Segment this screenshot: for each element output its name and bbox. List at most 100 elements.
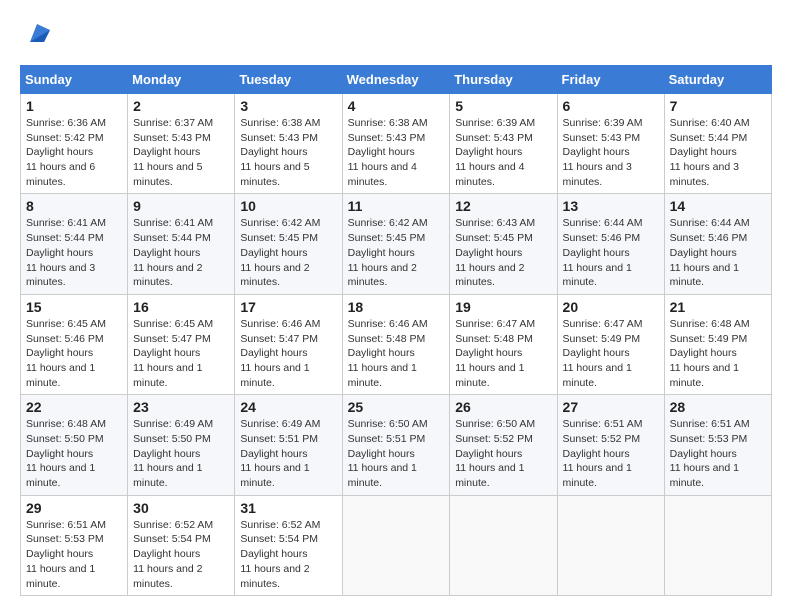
calendar-week-row: 22 Sunrise: 6:48 AMSunset: 5:50 PMDayligh…: [21, 395, 772, 495]
day-number: 30: [133, 500, 229, 516]
calendar-cell: 25Sunrise: 6:50 AMSunset: 5:51 PMDayligh…: [342, 395, 450, 495]
calendar-cell: 23 Sunrise: 6:49 AMSunset: 5:50 PMDayligh…: [128, 395, 235, 495]
day-number: 12: [455, 198, 551, 214]
calendar-cell: 1 Sunrise: 6:36 AMSunset: 5:42 PMDaylight…: [21, 94, 128, 194]
day-info: Sunrise: 6:50 AMSunset: 5:51 PMDaylight …: [348, 417, 445, 490]
calendar-day-header: Thursday: [450, 66, 557, 94]
calendar-cell: 9 Sunrise: 6:41 AMSunset: 5:44 PMDaylight…: [128, 194, 235, 294]
day-info: Sunrise: 6:49 AMSunset: 5:51 PMDaylight …: [240, 417, 336, 490]
day-info: Sunrise: 6:40 AMSunset: 5:44 PMDaylight …: [670, 116, 766, 189]
calendar-day-header: Friday: [557, 66, 664, 94]
calendar-day-header: Sunday: [21, 66, 128, 94]
calendar-day-header: Monday: [128, 66, 235, 94]
day-info: Sunrise: 6:42 AMSunset: 5:45 PMDaylight …: [348, 216, 445, 289]
day-info: Sunrise: 6:44 AMSunset: 5:46 PMDaylight …: [670, 216, 766, 289]
calendar-cell: 28Sunrise: 6:51 AMSunset: 5:53 PMDayligh…: [664, 395, 771, 495]
day-info: Sunrise: 6:49 AMSunset: 5:50 PMDaylight …: [133, 417, 229, 490]
day-info: Sunrise: 6:41 AMSunset: 5:44 PMDaylight …: [133, 216, 229, 289]
day-number: 9: [133, 198, 229, 214]
calendar-week-row: 29 Sunrise: 6:51 AMSunset: 5:53 PMDayligh…: [21, 495, 772, 595]
day-info: Sunrise: 6:41 AMSunset: 5:44 PMDaylight …: [26, 216, 122, 289]
day-info: Sunrise: 6:45 AMSunset: 5:46 PMDaylight …: [26, 317, 122, 390]
day-info: Sunrise: 6:42 AMSunset: 5:45 PMDaylight …: [240, 216, 336, 289]
calendar-cell: 15 Sunrise: 6:45 AMSunset: 5:46 PMDayligh…: [21, 294, 128, 394]
day-number: 17: [240, 299, 336, 315]
calendar-cell: 12Sunrise: 6:43 AMSunset: 5:45 PMDayligh…: [450, 194, 557, 294]
day-number: 2: [133, 98, 229, 114]
calendar-cell: 27Sunrise: 6:51 AMSunset: 5:52 PMDayligh…: [557, 395, 664, 495]
day-info: Sunrise: 6:48 AMSunset: 5:49 PMDaylight …: [670, 317, 766, 390]
day-info: Sunrise: 6:37 AMSunset: 5:43 PMDaylight …: [133, 116, 229, 189]
calendar-cell: 29 Sunrise: 6:51 AMSunset: 5:53 PMDayligh…: [21, 495, 128, 595]
calendar-cell: 7 Sunrise: 6:40 AMSunset: 5:44 PMDaylight…: [664, 94, 771, 194]
day-info: Sunrise: 6:36 AMSunset: 5:42 PMDaylight …: [26, 116, 122, 189]
calendar-cell: 6 Sunrise: 6:39 AMSunset: 5:43 PMDaylight…: [557, 94, 664, 194]
calendar-cell: 18Sunrise: 6:46 AMSunset: 5:48 PMDayligh…: [342, 294, 450, 394]
calendar-cell: 22 Sunrise: 6:48 AMSunset: 5:50 PMDayligh…: [21, 395, 128, 495]
calendar-week-row: 8 Sunrise: 6:41 AMSunset: 5:44 PMDaylight…: [21, 194, 772, 294]
calendar-day-header: Wednesday: [342, 66, 450, 94]
calendar-week-row: 15 Sunrise: 6:45 AMSunset: 5:46 PMDayligh…: [21, 294, 772, 394]
day-number: 1: [26, 98, 122, 114]
calendar-cell: 24 Sunrise: 6:49 AMSunset: 5:51 PMDayligh…: [235, 395, 342, 495]
calendar-cell: 17 Sunrise: 6:46 AMSunset: 5:47 PMDayligh…: [235, 294, 342, 394]
page-header: [20, 20, 772, 55]
calendar-cell: 26 Sunrise: 6:50 AMSunset: 5:52 PMDayligh…: [450, 395, 557, 495]
day-number: 19: [455, 299, 551, 315]
day-info: Sunrise: 6:47 AMSunset: 5:49 PMDaylight …: [563, 317, 659, 390]
calendar-cell: 14Sunrise: 6:44 AMSunset: 5:46 PMDayligh…: [664, 194, 771, 294]
day-number: 4: [348, 98, 445, 114]
calendar-day-header: Tuesday: [235, 66, 342, 94]
day-number: 3: [240, 98, 336, 114]
calendar-cell: [342, 495, 450, 595]
day-number: 10: [240, 198, 336, 214]
day-number: 13: [563, 198, 659, 214]
day-number: 21: [670, 299, 766, 315]
logo: [20, 20, 52, 55]
day-info: Sunrise: 6:39 AMSunset: 5:43 PMDaylight …: [455, 116, 551, 189]
day-number: 15: [26, 299, 122, 315]
day-info: Sunrise: 6:38 AMSunset: 5:43 PMDaylight …: [240, 116, 336, 189]
day-number: 31: [240, 500, 336, 516]
calendar-cell: 3 Sunrise: 6:38 AMSunset: 5:43 PMDaylight…: [235, 94, 342, 194]
day-number: 11: [348, 198, 445, 214]
day-number: 29: [26, 500, 122, 516]
day-info: Sunrise: 6:39 AMSunset: 5:43 PMDaylight …: [563, 116, 659, 189]
day-number: 8: [26, 198, 122, 214]
day-number: 22: [26, 399, 122, 415]
day-info: Sunrise: 6:46 AMSunset: 5:47 PMDaylight …: [240, 317, 336, 390]
calendar-cell: 31 Sunrise: 6:52 AMSunset: 5:54 PMDayligh…: [235, 495, 342, 595]
calendar-cell: [664, 495, 771, 595]
day-number: 26: [455, 399, 551, 415]
day-number: 23: [133, 399, 229, 415]
day-info: Sunrise: 6:47 AMSunset: 5:48 PMDaylight …: [455, 317, 551, 390]
day-info: Sunrise: 6:51 AMSunset: 5:52 PMDaylight …: [563, 417, 659, 490]
day-info: Sunrise: 6:51 AMSunset: 5:53 PMDaylight …: [26, 518, 122, 591]
calendar-cell: 19 Sunrise: 6:47 AMSunset: 5:48 PMDayligh…: [450, 294, 557, 394]
calendar-cell: 5 Sunrise: 6:39 AMSunset: 5:43 PMDaylight…: [450, 94, 557, 194]
day-info: Sunrise: 6:52 AMSunset: 5:54 PMDaylight …: [133, 518, 229, 591]
calendar-cell: 16Sunrise: 6:45 AMSunset: 5:47 PMDayligh…: [128, 294, 235, 394]
day-number: 6: [563, 98, 659, 114]
logo-icon: [22, 20, 52, 50]
day-number: 5: [455, 98, 551, 114]
day-info: Sunrise: 6:44 AMSunset: 5:46 PMDaylight …: [563, 216, 659, 289]
day-number: 16: [133, 299, 229, 315]
calendar-cell: [450, 495, 557, 595]
calendar-cell: 11 Sunrise: 6:42 AMSunset: 5:45 PMDayligh…: [342, 194, 450, 294]
day-number: 20: [563, 299, 659, 315]
day-info: Sunrise: 6:50 AMSunset: 5:52 PMDaylight …: [455, 417, 551, 490]
day-info: Sunrise: 6:52 AMSunset: 5:54 PMDaylight …: [240, 518, 336, 591]
calendar-cell: 2 Sunrise: 6:37 AMSunset: 5:43 PMDaylight…: [128, 94, 235, 194]
calendar-table: SundayMondayTuesdayWednesdayThursdayFrid…: [20, 65, 772, 596]
calendar-cell: 20 Sunrise: 6:47 AMSunset: 5:49 PMDayligh…: [557, 294, 664, 394]
day-info: Sunrise: 6:48 AMSunset: 5:50 PMDaylight …: [26, 417, 122, 490]
day-info: Sunrise: 6:38 AMSunset: 5:43 PMDaylight …: [348, 116, 445, 189]
day-number: 28: [670, 399, 766, 415]
calendar-cell: 21 Sunrise: 6:48 AMSunset: 5:49 PMDayligh…: [664, 294, 771, 394]
calendar-cell: 30 Sunrise: 6:52 AMSunset: 5:54 PMDayligh…: [128, 495, 235, 595]
day-number: 24: [240, 399, 336, 415]
calendar-body: 1 Sunrise: 6:36 AMSunset: 5:42 PMDaylight…: [21, 94, 772, 596]
day-number: 7: [670, 98, 766, 114]
calendar-week-row: 1 Sunrise: 6:36 AMSunset: 5:42 PMDaylight…: [21, 94, 772, 194]
